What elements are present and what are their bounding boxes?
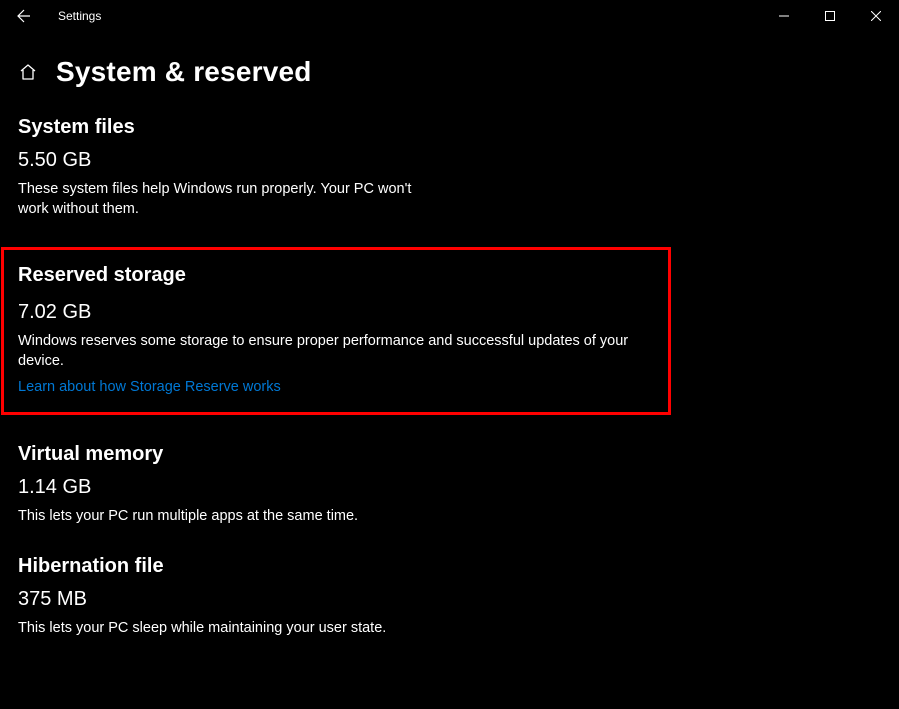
page-title: System & reserved	[56, 56, 312, 88]
hibernation-file-section: Hibernation file 375 MB This lets your P…	[18, 555, 881, 639]
maximize-icon	[825, 11, 835, 21]
reserved-storage-desc: Windows reserves some storage to ensure …	[18, 332, 654, 371]
virtual-memory-size: 1.14 GB	[18, 476, 881, 499]
system-files-size: 5.50 GB	[18, 149, 881, 172]
close-icon	[871, 11, 881, 21]
hibernation-file-size: 375 MB	[18, 588, 881, 611]
close-button[interactable]	[853, 0, 899, 32]
arrow-left-icon	[16, 8, 32, 24]
hibernation-file-desc: This lets your PC sleep while maintainin…	[18, 619, 658, 639]
virtual-memory-section: Virtual memory 1.14 GB This lets your PC…	[18, 443, 881, 527]
back-button[interactable]	[8, 0, 40, 32]
reserved-storage-section: Reserved storage 7.02 GB Windows reserve…	[1, 247, 671, 415]
home-icon	[19, 63, 37, 81]
section-title: Hibernation file	[18, 555, 881, 578]
page-header: System & reserved	[0, 32, 899, 88]
maximize-button[interactable]	[807, 0, 853, 32]
section-title: Reserved storage	[18, 264, 654, 287]
minimize-icon	[779, 11, 789, 21]
reserved-storage-size: 7.02 GB	[18, 301, 654, 324]
system-files-desc: These system files help Windows run prop…	[18, 180, 438, 219]
app-title: Settings	[58, 9, 101, 23]
home-button[interactable]	[18, 62, 38, 82]
section-title: System files	[18, 116, 881, 139]
section-title: Virtual memory	[18, 443, 881, 466]
virtual-memory-desc: This lets your PC run multiple apps at t…	[18, 507, 658, 527]
storage-reserve-link[interactable]: Learn about how Storage Reserve works	[18, 379, 281, 395]
minimize-button[interactable]	[761, 0, 807, 32]
titlebar: Settings	[0, 0, 899, 32]
content-area: System files 5.50 GB These system files …	[0, 88, 899, 638]
system-files-section: System files 5.50 GB These system files …	[18, 116, 881, 219]
